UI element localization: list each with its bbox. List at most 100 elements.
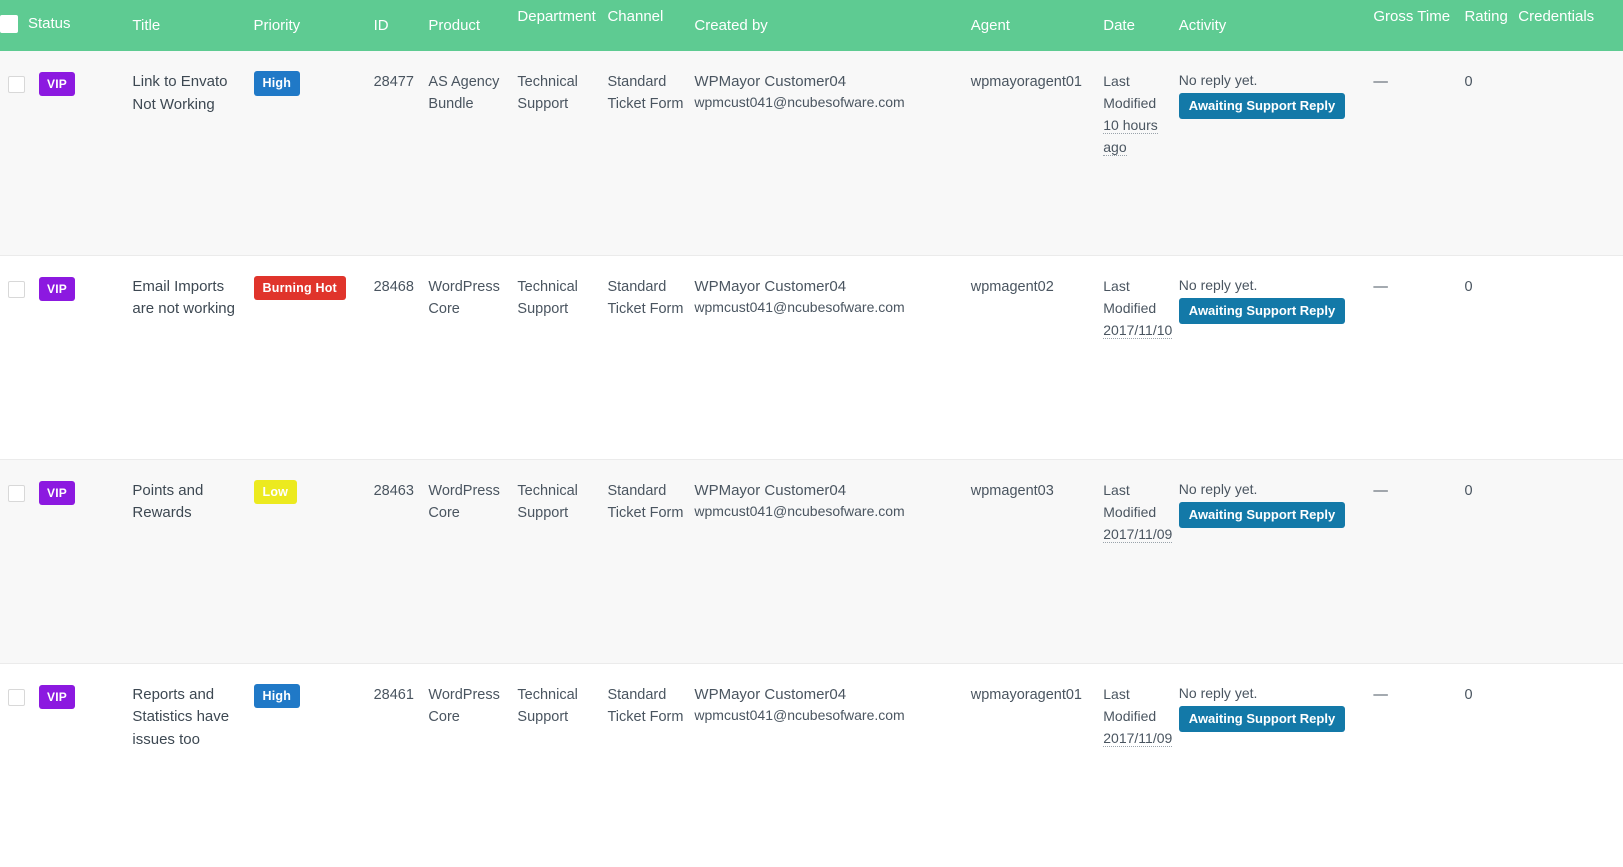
awaiting-support-reply-button[interactable]: Awaiting Support Reply: [1179, 93, 1345, 119]
cell-title[interactable]: Email Imports are not working: [130, 255, 251, 459]
column-header-channel[interactable]: Channel: [605, 0, 692, 51]
cell-product: WordPress Core: [426, 255, 515, 459]
cell-id: 28461: [372, 663, 427, 867]
cell-title[interactable]: Link to Envato Not Working: [130, 51, 251, 255]
cell-gross-time: —: [1371, 255, 1462, 459]
date-value: 10 hours ago: [1103, 117, 1157, 156]
cell-department: Technical Support: [515, 663, 605, 867]
row-select-checkbox[interactable]: [8, 485, 25, 502]
ticket-title-link[interactable]: Link to Envato Not Working: [132, 73, 227, 113]
cell-credentials: [1516, 51, 1623, 255]
priority-badge: Low: [254, 480, 298, 505]
column-header-rating[interactable]: Rating: [1462, 0, 1516, 51]
column-header-channel-label: Channel: [605, 8, 692, 25]
column-header-department[interactable]: Department: [515, 0, 605, 51]
created-by-name: WPMayor Customer04: [694, 71, 966, 92]
awaiting-support-reply-button[interactable]: Awaiting Support Reply: [1179, 706, 1345, 732]
column-header-product-label: Product: [426, 17, 515, 34]
column-header-agent[interactable]: Agent: [969, 0, 1101, 51]
cell-id: 28468: [372, 255, 427, 459]
column-header-agent-label: Agent: [969, 17, 1101, 34]
column-header-date[interactable]: Date: [1101, 0, 1177, 51]
column-header-priority-label: Priority: [252, 17, 372, 34]
cell-agent: wpmagent02: [969, 255, 1101, 459]
row-select-checkbox[interactable]: [8, 281, 25, 298]
row-select-checkbox[interactable]: [8, 76, 25, 93]
created-by-email: wpmcust041@ncubesofware.com: [694, 705, 966, 725]
rating-value: 0: [1464, 74, 1472, 90]
cell-credentials: [1516, 663, 1623, 867]
cell-credentials: [1516, 459, 1623, 663]
cell-credentials: [1516, 255, 1623, 459]
column-header-activity-label: Activity: [1177, 17, 1372, 34]
created-by-email: wpmcust041@ncubesofware.com: [694, 92, 966, 112]
cell-gross-time: —: [1371, 51, 1462, 255]
table-row[interactable]: VIP Email Imports are not working Burnin…: [0, 255, 1623, 459]
cell-created-by: WPMayor Customer04 wpmcust041@ncubesofwa…: [692, 51, 968, 255]
cell-status: VIP: [0, 255, 130, 459]
cell-rating: 0: [1462, 51, 1516, 255]
cell-agent: wpmagent03: [969, 459, 1101, 663]
cell-gross-time: —: [1371, 459, 1462, 663]
awaiting-support-reply-button[interactable]: Awaiting Support Reply: [1179, 298, 1345, 324]
date-label: Last Modified: [1103, 686, 1156, 724]
cell-channel: Standard Ticket Form: [605, 663, 692, 867]
ticket-title-link[interactable]: Points and Rewards: [132, 482, 203, 522]
column-header-created-by[interactable]: Created by: [692, 0, 968, 51]
column-header-credentials-label: Credentials: [1516, 8, 1623, 25]
column-header-title[interactable]: Title: [130, 0, 251, 51]
created-by-email: wpmcust041@ncubesofware.com: [694, 501, 966, 521]
table-row[interactable]: VIP Reports and Statistics have issues t…: [0, 663, 1623, 867]
select-all-checkbox[interactable]: [0, 15, 18, 33]
ticket-title-link[interactable]: Reports and Statistics have issues too: [132, 686, 229, 748]
column-header-id-label: ID: [372, 17, 427, 34]
column-header-credentials[interactable]: Credentials: [1516, 0, 1623, 51]
cell-agent: wpmayoragent01: [969, 51, 1101, 255]
cell-channel: Standard Ticket Form: [605, 51, 692, 255]
cell-channel: Standard Ticket Form: [605, 255, 692, 459]
cell-priority: High: [252, 663, 372, 867]
cell-title[interactable]: Reports and Statistics have issues too: [130, 663, 251, 867]
table-header: Status Title Priority ID Product Departm…: [0, 0, 1623, 51]
cell-agent: wpmayoragent01: [969, 663, 1101, 867]
cell-activity: No reply yet. Awaiting Support Reply: [1177, 459, 1372, 663]
gross-time-value: —: [1373, 279, 1388, 295]
column-header-product[interactable]: Product: [426, 0, 515, 51]
activity-note: No reply yet.: [1179, 480, 1370, 499]
cell-channel: Standard Ticket Form: [605, 459, 692, 663]
cell-priority: Low: [252, 459, 372, 663]
cell-rating: 0: [1462, 663, 1516, 867]
table-row[interactable]: VIP Points and Rewards Low 28463 WordPre…: [0, 459, 1623, 663]
date-value: 2017/11/09: [1103, 730, 1172, 747]
cell-date: Last Modified 2017/11/10: [1101, 255, 1177, 459]
column-header-priority[interactable]: Priority: [252, 0, 372, 51]
column-header-status-label: Status: [28, 15, 71, 32]
rating-value: 0: [1464, 687, 1472, 703]
column-header-status[interactable]: Status: [0, 0, 130, 51]
date-label: Last Modified: [1103, 73, 1156, 111]
column-header-gross-time[interactable]: Gross Time: [1371, 0, 1462, 51]
priority-badge: High: [254, 684, 301, 709]
created-by-name: WPMayor Customer04: [694, 684, 966, 705]
rating-value: 0: [1464, 279, 1472, 295]
priority-badge: High: [254, 71, 301, 96]
priority-badge: Burning Hot: [254, 276, 346, 301]
cell-status: VIP: [0, 663, 130, 867]
created-by-name: WPMayor Customer04: [694, 276, 966, 297]
table-row[interactable]: VIP Link to Envato Not Working High 2847…: [0, 51, 1623, 255]
awaiting-support-reply-button[interactable]: Awaiting Support Reply: [1179, 502, 1345, 528]
cell-product: AS Agency Bundle: [426, 51, 515, 255]
cell-created-by: WPMayor Customer04 wpmcust041@ncubesofwa…: [692, 663, 968, 867]
ticket-title-link[interactable]: Email Imports are not working: [132, 278, 235, 318]
cell-department: Technical Support: [515, 459, 605, 663]
cell-status: VIP: [0, 459, 130, 663]
cell-activity: No reply yet. Awaiting Support Reply: [1177, 663, 1372, 867]
column-header-activity[interactable]: Activity: [1177, 0, 1372, 51]
cell-title[interactable]: Points and Rewards: [130, 459, 251, 663]
vip-badge: VIP: [39, 277, 75, 301]
cell-created-by: WPMayor Customer04 wpmcust041@ncubesofwa…: [692, 255, 968, 459]
row-select-checkbox[interactable]: [8, 689, 25, 706]
gross-time-value: —: [1373, 74, 1388, 90]
cell-gross-time: —: [1371, 663, 1462, 867]
column-header-id[interactable]: ID: [372, 0, 427, 51]
